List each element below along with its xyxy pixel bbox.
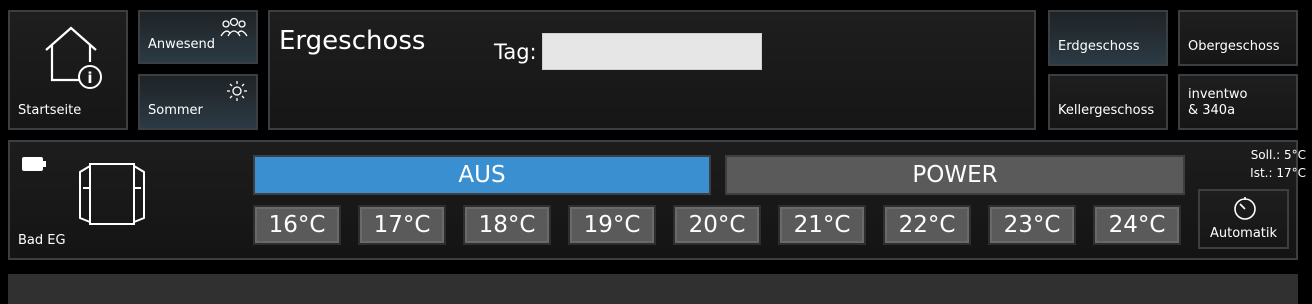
home-tile[interactable]: i Startseite — [8, 10, 128, 130]
people-icon — [220, 17, 248, 37]
day-input[interactable] — [542, 33, 762, 70]
extra-label-line1: inventwo — [1188, 87, 1248, 102]
presence-label: Anwesend — [148, 37, 216, 52]
timer-icon — [1234, 197, 1256, 220]
season-label: Sommer — [148, 103, 203, 118]
setpoint-value: Soll.: 5°C — [1250, 148, 1306, 162]
temp-button-17[interactable]: 17°C — [358, 205, 446, 245]
svg-text:i: i — [87, 69, 92, 87]
floor-label-obergeschoss: Obergeschoss — [1188, 39, 1280, 54]
floor-header: Ergeschoss Tag: — [268, 10, 1036, 130]
presence-tile[interactable]: Anwesend — [138, 10, 258, 64]
temp-button-22[interactable]: 22°C — [883, 205, 971, 245]
extra-label: inventwo & 340a — [1188, 87, 1247, 119]
auto-mode-button[interactable]: Automatik — [1198, 189, 1289, 249]
temp-button-20[interactable]: 20°C — [673, 205, 761, 245]
window-icon — [79, 163, 145, 225]
home-info-icon: i — [45, 26, 102, 89]
floor-title: Ergeschoss — [279, 26, 426, 56]
floor-button-erdgeschoss[interactable]: Erdgeschoss — [1048, 10, 1168, 66]
temp-button-23[interactable]: 23°C — [988, 205, 1076, 245]
auto-mode-label: Automatik — [1209, 226, 1278, 241]
floor-button-kellergeschoss[interactable]: Kellergeschoss — [1048, 74, 1168, 130]
floor-label-kellergeschoss: Kellergeschoss — [1058, 103, 1155, 118]
next-panel — [8, 274, 1298, 304]
temp-button-19[interactable]: 19°C — [568, 205, 656, 245]
battery-icon — [22, 157, 46, 171]
sun-icon — [227, 81, 247, 101]
floor-label-erdgeschoss: Erdgeschoss — [1058, 39, 1140, 54]
day-label: Tag: — [494, 40, 537, 64]
season-tile[interactable]: Sommer — [138, 74, 258, 130]
off-button[interactable]: AUS — [253, 155, 711, 195]
temp-button-18[interactable]: 18°C — [463, 205, 551, 245]
temp-button-24[interactable]: 24°C — [1093, 205, 1181, 245]
temp-button-16[interactable]: 16°C — [253, 205, 341, 245]
temp-button-21[interactable]: 21°C — [778, 205, 866, 245]
power-button[interactable]: POWER — [725, 155, 1185, 195]
room-name: Bad EG — [18, 233, 66, 248]
extra-button[interactable]: inventwo & 340a — [1178, 74, 1298, 130]
home-label: Startseite — [18, 103, 82, 118]
floor-button-obergeschoss[interactable]: Obergeschoss — [1178, 10, 1298, 66]
actual-value: Ist.: 17°C — [1250, 166, 1306, 180]
extra-label-line2: & 340a — [1188, 103, 1236, 118]
